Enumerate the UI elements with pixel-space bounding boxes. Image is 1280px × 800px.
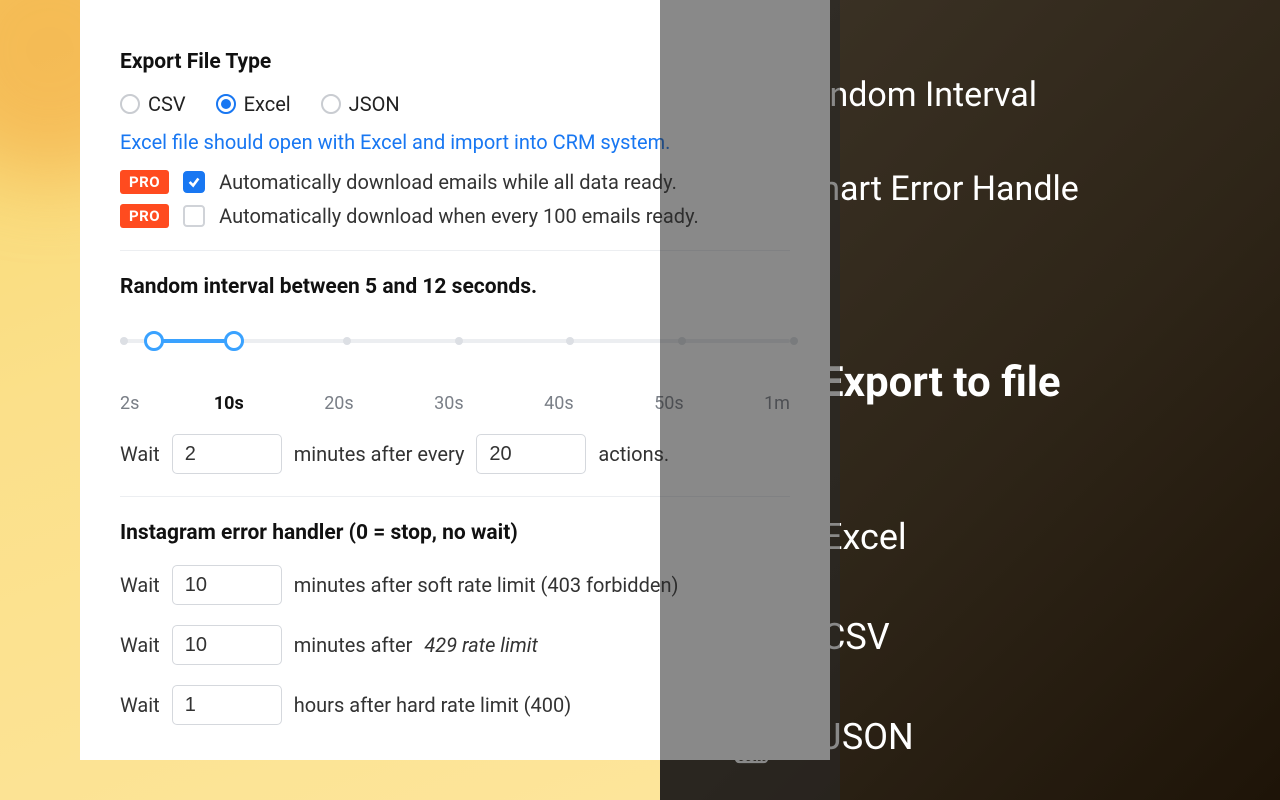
radio-label-csv: CSV bbox=[148, 92, 186, 116]
interval-title: Random interval between 5 and 12 seconds… bbox=[120, 275, 790, 299]
pro-label-auto-every: Automatically download when every 100 em… bbox=[219, 204, 699, 228]
err-row-429: Wait minutes after 429 rate limit bbox=[120, 625, 790, 665]
feature-smart-error-label: Smart Error Handle bbox=[790, 169, 1079, 209]
wait-actions-input[interactable] bbox=[476, 434, 586, 474]
export-json-label: JSON bbox=[822, 716, 914, 758]
err-hard-text: hours after hard rate limit (400) bbox=[294, 693, 572, 717]
radio-circle-excel[interactable] bbox=[216, 94, 236, 114]
divider-1 bbox=[120, 250, 790, 251]
err-soft-input[interactable] bbox=[172, 565, 282, 605]
pro-badge-2: PRO bbox=[120, 204, 169, 228]
err-429-text-b: 429 rate limit bbox=[424, 633, 537, 657]
radio-label-json: JSON bbox=[349, 92, 400, 116]
radio-csv[interactable]: CSV bbox=[120, 92, 186, 116]
radio-excel[interactable]: Excel bbox=[216, 92, 291, 116]
radio-circle-csv[interactable] bbox=[120, 94, 140, 114]
error-handler-title: Instagram error handler (0 = stop, no wa… bbox=[120, 521, 790, 545]
slider-handle-min[interactable] bbox=[144, 331, 164, 351]
wait-actions-row: Wait minutes after every actions. bbox=[120, 434, 790, 474]
err-row-soft: Wait minutes after soft rate limit (403 … bbox=[120, 565, 790, 605]
err-row-hard: Wait hours after hard rate limit (400) bbox=[120, 685, 790, 725]
checkbox-auto-all[interactable] bbox=[183, 171, 205, 193]
error-handler-section: Instagram error handler (0 = stop, no wa… bbox=[120, 521, 790, 725]
excel-hint: Excel file should open with Excel and im… bbox=[120, 130, 790, 154]
radio-json[interactable]: JSON bbox=[321, 92, 400, 116]
settings-card: Export File Type CSV Excel JSON Excel fi… bbox=[80, 0, 830, 760]
export-type-radio-group: CSV Excel JSON bbox=[120, 92, 790, 116]
wait-minutes-after-every: minutes after every bbox=[294, 442, 465, 466]
divider-2 bbox=[120, 496, 790, 497]
pro-row-auto-every: PRO Automatically download when every 10… bbox=[120, 204, 790, 228]
wait-label: Wait bbox=[120, 442, 160, 466]
export-to-file-title: Export to file bbox=[820, 358, 1240, 407]
err-429-input[interactable] bbox=[172, 625, 282, 665]
pro-badge-1: PRO bbox=[120, 170, 169, 194]
err-hard-input[interactable] bbox=[172, 685, 282, 725]
pro-label-auto-all: Automatically download emails while all … bbox=[219, 170, 677, 194]
wait-actions-label: actions. bbox=[598, 442, 669, 466]
checkbox-auto-every[interactable] bbox=[183, 205, 205, 227]
export-file-type-title: Export File Type bbox=[120, 50, 790, 74]
pro-row-auto-all: PRO Automatically download emails while … bbox=[120, 170, 790, 194]
slider-handle-max[interactable] bbox=[224, 331, 244, 351]
radio-label-excel: Excel bbox=[244, 92, 291, 116]
left-pane: Export File Type CSV Excel JSON Excel fi… bbox=[0, 0, 660, 800]
err-429-text-a: minutes after bbox=[294, 633, 413, 657]
export-csv-label: CSV bbox=[822, 616, 890, 658]
slider-ticks: 2s 10s 20s 30s 40s 50s 1m bbox=[120, 393, 790, 414]
wait-minutes-input[interactable] bbox=[172, 434, 282, 474]
interval-slider[interactable] bbox=[120, 327, 790, 357]
err-soft-text: minutes after soft rate limit (403 forbi… bbox=[294, 573, 679, 597]
export-excel-label: Excel bbox=[822, 516, 907, 558]
radio-circle-json[interactable] bbox=[321, 94, 341, 114]
